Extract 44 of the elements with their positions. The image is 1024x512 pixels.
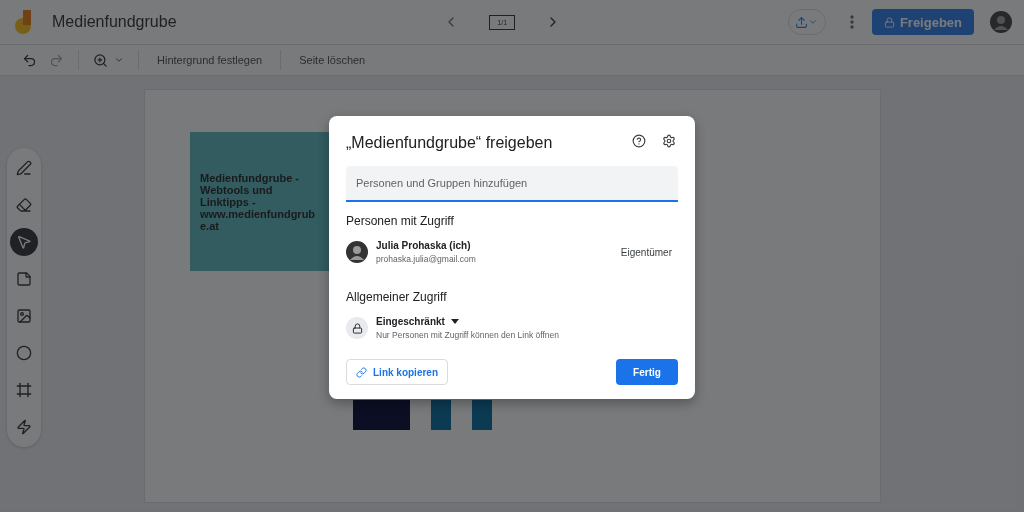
lightning-icon	[16, 419, 32, 435]
lock-icon	[883, 16, 895, 28]
lock-icon	[346, 317, 368, 339]
document-title: Medienfundgrube	[52, 13, 177, 31]
avatar	[346, 241, 368, 263]
access-description: Nur Personen mit Zugriff können den Link öffnen	[376, 330, 561, 340]
undo-icon	[22, 52, 37, 68]
image-icon	[16, 308, 32, 324]
circle-icon	[16, 345, 32, 361]
note-icon	[16, 271, 32, 287]
help-button[interactable]	[630, 132, 648, 150]
more-icon	[849, 15, 854, 29]
zoom-in-icon	[93, 52, 108, 68]
eraser-icon	[16, 197, 32, 213]
delete-page-button[interactable]: Seite löschen	[293, 50, 372, 70]
section-heading: Personen mit Zugriff	[346, 214, 455, 228]
more-button[interactable]	[847, 13, 856, 31]
section-heading: Allgemeiner Zugriff	[346, 290, 448, 304]
add-people-field[interactable]: Personen und Gruppen hinzufügen	[346, 166, 678, 202]
copy-link-button[interactable]: Link kopieren	[346, 359, 448, 385]
caret-icon	[808, 17, 819, 27]
set-background-button[interactable]: Hintergrund festlegen	[151, 50, 269, 70]
access-dropdown[interactable]: Eingeschränkt	[376, 316, 459, 327]
person-name: Julia Prohaska (ich)	[376, 240, 472, 251]
pen-icon	[16, 160, 32, 176]
tool-button[interactable]	[10, 228, 38, 256]
note-text: Medienfundgrube - Webtools und Linktipps - www.medienfundgrube.at	[200, 171, 317, 232]
settings-button[interactable]	[660, 132, 678, 150]
person-email: prohaska.julia@gmail.com	[376, 254, 477, 264]
pointer-icon	[16, 234, 32, 250]
done-button[interactable]: Fertig	[616, 359, 678, 385]
help-icon	[632, 134, 646, 148]
avatar[interactable]	[990, 11, 1012, 33]
caret-icon	[114, 55, 124, 65]
caret-icon	[450, 319, 459, 324]
sticky-note[interactable]: Medienfundgrube - Webtools und Linktipps - www.medienfundgrube.at	[190, 132, 329, 271]
dialog-title: „Medienfundgrube“ freigeben	[346, 134, 554, 152]
present-button[interactable]	[787, 9, 826, 35]
upload-icon	[795, 15, 809, 29]
settings-icon	[662, 134, 676, 148]
share-button[interactable]: Freigeben	[871, 9, 974, 35]
redo-icon	[49, 52, 64, 68]
link-icon	[356, 366, 367, 378]
person-role: Eigentümer	[620, 246, 672, 258]
